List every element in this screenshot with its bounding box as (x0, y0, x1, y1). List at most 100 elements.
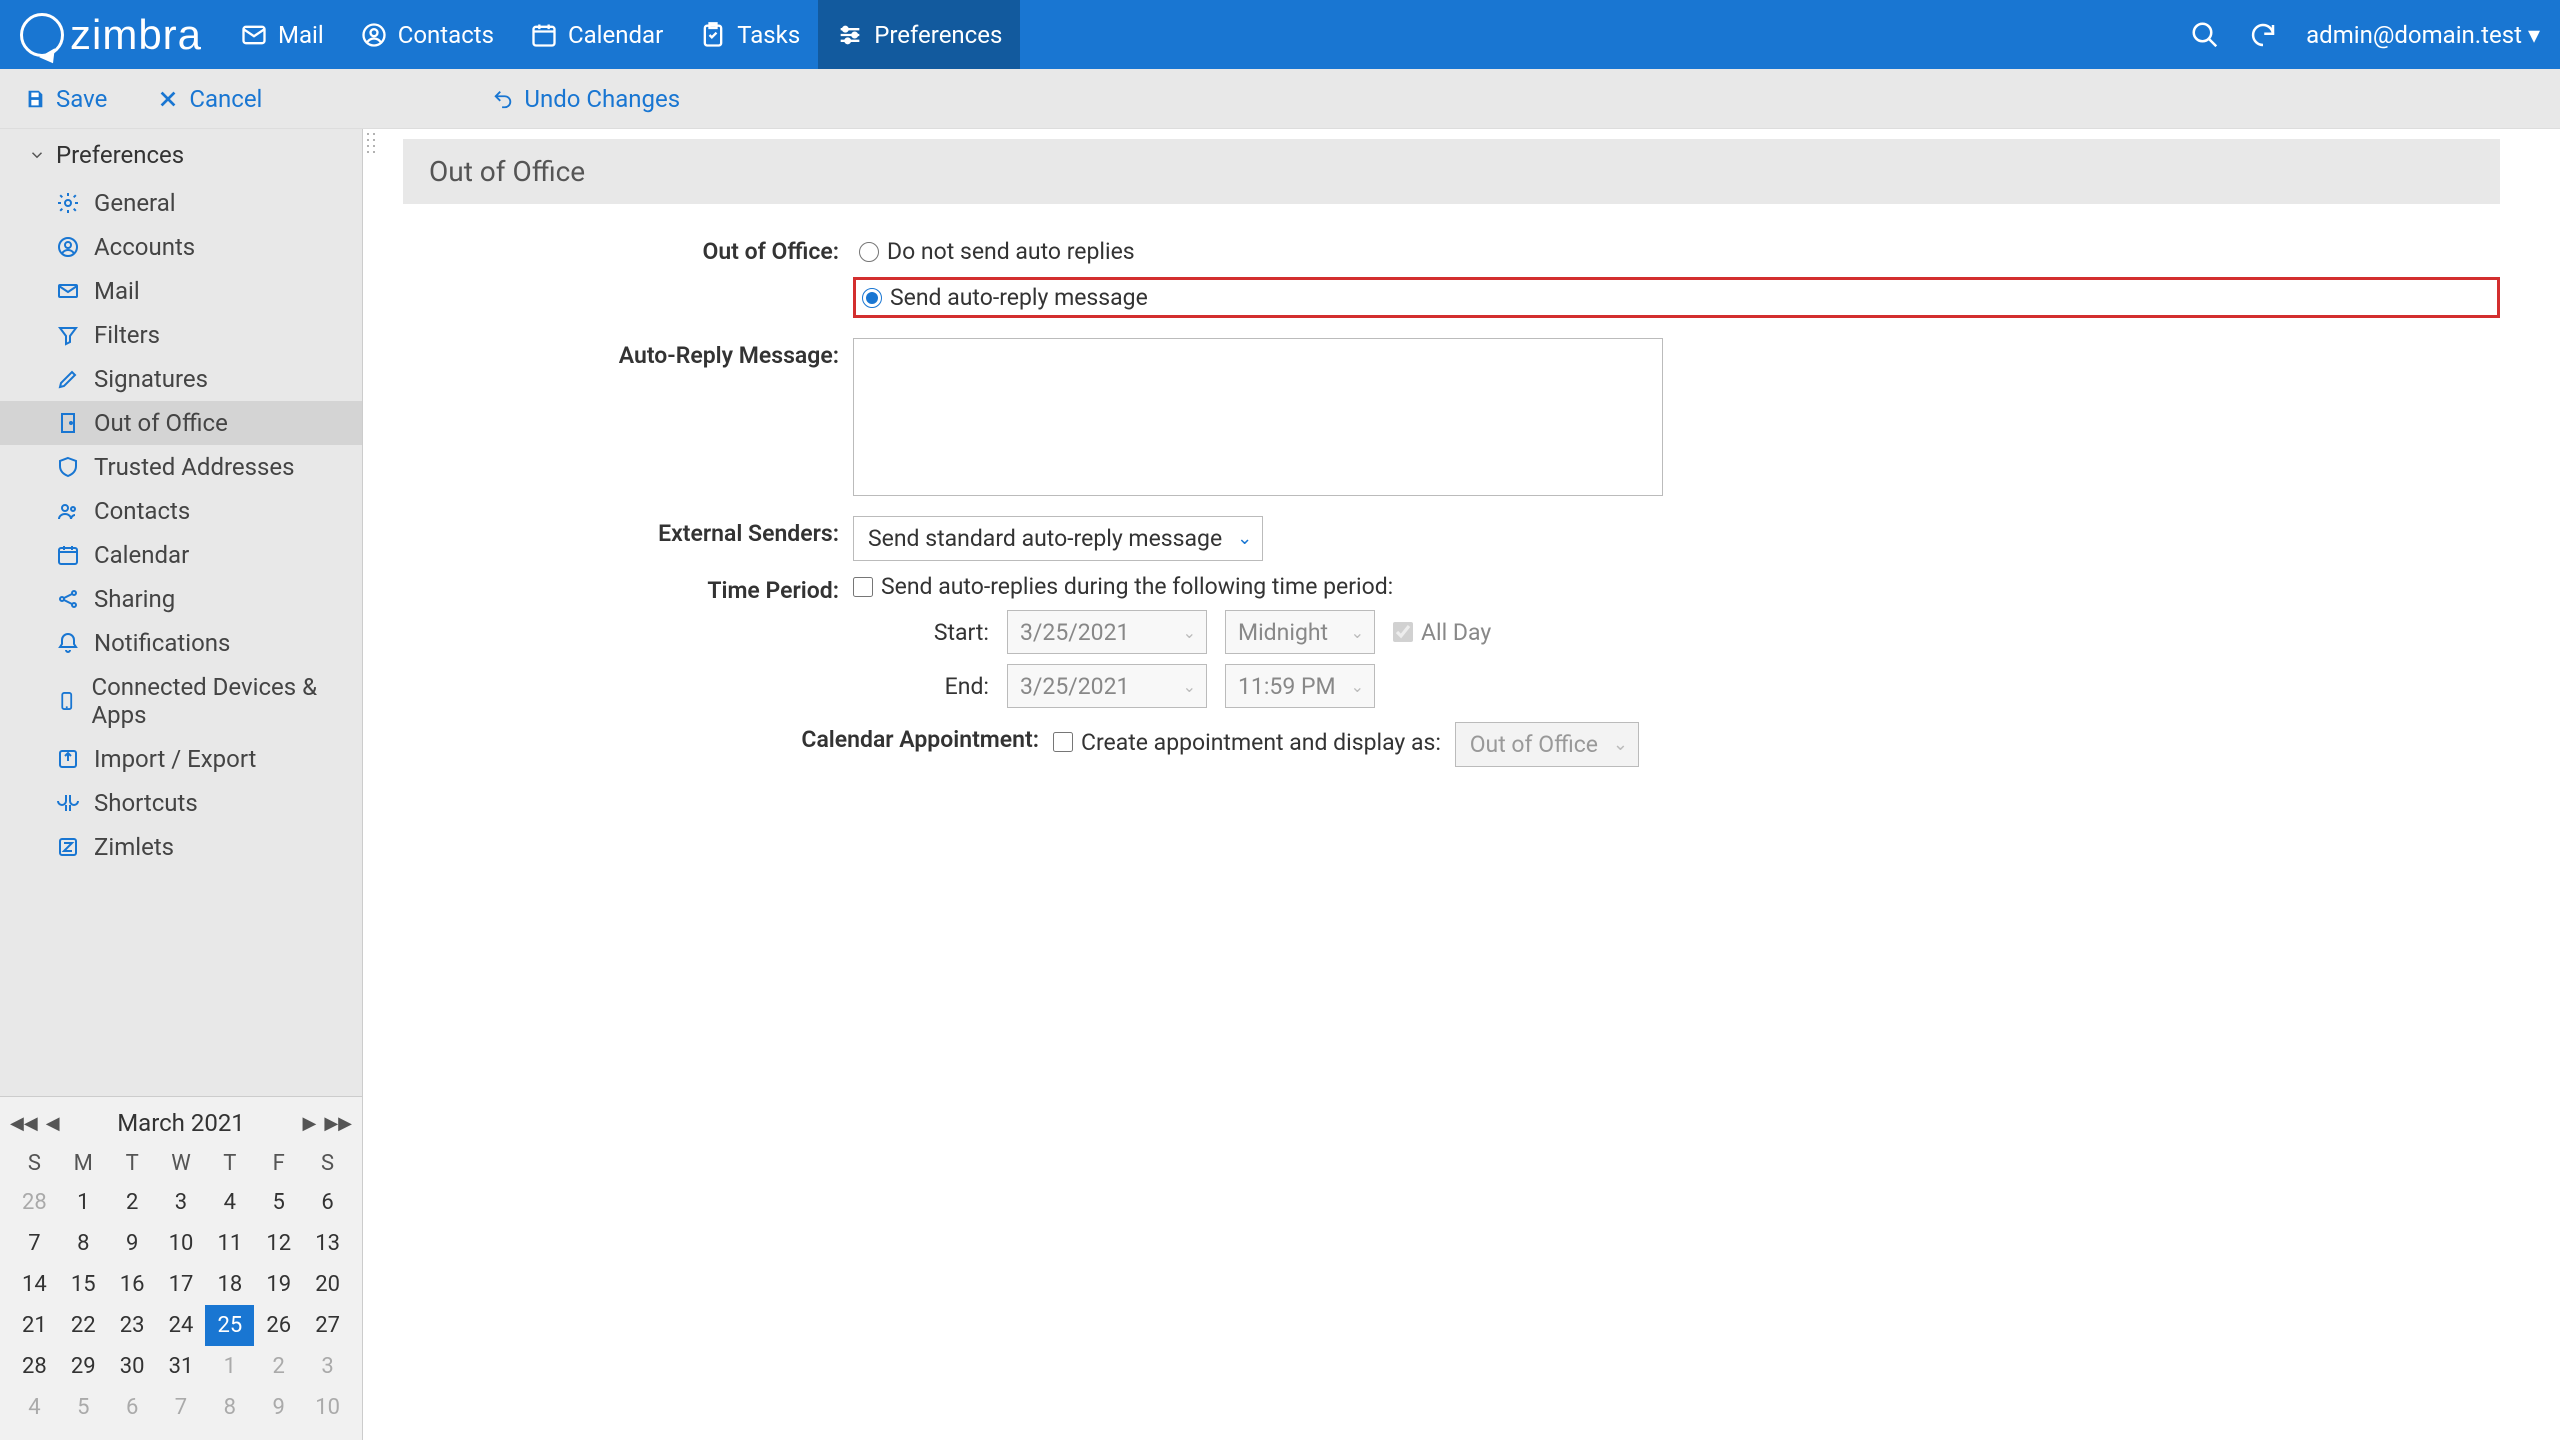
tab-calendar[interactable]: Calendar (512, 0, 681, 69)
sidebar-item-accounts[interactable]: Accounts (0, 225, 362, 269)
cal-day[interactable]: 14 (10, 1264, 59, 1305)
user-menu[interactable]: admin@domain.test ▾ (2306, 21, 2540, 49)
appointment-type-value: Out of Office (1470, 731, 1598, 758)
appointment-type-dropdown[interactable]: Out of Office ⌄ (1455, 722, 1639, 767)
cal-day[interactable]: 1 (205, 1346, 254, 1387)
search-icon[interactable] (2190, 20, 2220, 50)
cal-month-label[interactable]: March 2021 (68, 1109, 295, 1137)
cal-day[interactable]: 10 (157, 1223, 206, 1264)
cal-day[interactable]: 20 (303, 1264, 352, 1305)
cal-next-year[interactable]: ▶▶ (324, 1113, 352, 1134)
all-day-checkbox-row[interactable]: All Day (1393, 619, 1491, 646)
refresh-icon[interactable] (2248, 20, 2278, 50)
cal-day[interactable]: 6 (108, 1387, 157, 1428)
cal-day[interactable]: 25 (205, 1305, 254, 1346)
cal-day[interactable]: 1 (59, 1182, 108, 1223)
cal-header: ◀◀ ◀ March 2021 ▶ ▶▶ (10, 1109, 352, 1137)
cal-day[interactable]: 19 (254, 1264, 303, 1305)
sidebar-item-mail[interactable]: Mail (0, 269, 362, 313)
cal-day[interactable]: 10 (303, 1387, 352, 1428)
cancel-button[interactable]: Cancel (157, 85, 262, 113)
cal-day[interactable]: 6 (303, 1182, 352, 1223)
drag-handle[interactable] (365, 131, 377, 155)
end-date-field[interactable]: 3/25/2021⌄ (1007, 664, 1207, 708)
cal-prev-year[interactable]: ◀◀ (10, 1113, 38, 1134)
sidebar-item-filters[interactable]: Filters (0, 313, 362, 357)
start-time-field[interactable]: Midnight⌄ (1225, 610, 1375, 654)
cal-day[interactable]: 2 (254, 1346, 303, 1387)
save-button[interactable]: Save (24, 85, 107, 113)
cal-day[interactable]: 3 (303, 1346, 352, 1387)
chevron-down-icon: ⌄ (1183, 677, 1196, 696)
tab-mail[interactable]: Mail (222, 0, 342, 69)
cal-day[interactable]: 7 (10, 1223, 59, 1264)
sidebar-item-zimlets[interactable]: Zimlets (0, 825, 362, 869)
cal-day[interactable]: 2 (108, 1182, 157, 1223)
cal-day[interactable]: 12 (254, 1223, 303, 1264)
all-day-checkbox[interactable] (1393, 622, 1413, 642)
cal-day[interactable]: 8 (59, 1223, 108, 1264)
cal-day[interactable]: 30 (108, 1346, 157, 1387)
sidebar-item-general[interactable]: General (0, 181, 362, 225)
auto-reply-textarea[interactable] (853, 338, 1663, 496)
time-period-checkbox-row[interactable]: Send auto-replies during the following t… (853, 573, 2500, 600)
cal-day[interactable]: 9 (254, 1387, 303, 1428)
sidebar-item-contacts[interactable]: Contacts (0, 489, 362, 533)
radio-send-auto-reply[interactable]: Send auto-reply message (853, 277, 2500, 318)
sidebar-item-trusted[interactable]: Trusted Addresses (0, 445, 362, 489)
cal-day[interactable]: 28 (10, 1182, 59, 1223)
cal-day[interactable]: 16 (108, 1264, 157, 1305)
cal-day[interactable]: 4 (10, 1387, 59, 1428)
cal-day[interactable]: 22 (59, 1305, 108, 1346)
create-appointment-row[interactable]: Create appointment and display as: (1053, 729, 1441, 756)
end-time-field[interactable]: 11:59 PM⌄ (1225, 664, 1375, 708)
cal-day[interactable]: 24 (157, 1305, 206, 1346)
cal-day[interactable]: 26 (254, 1305, 303, 1346)
start-date-field[interactable]: 3/25/2021⌄ (1007, 610, 1207, 654)
main-area: Preferences General Accounts Mail Filter… (0, 129, 2560, 1440)
undo-button[interactable]: Undo Changes (492, 85, 680, 113)
cal-day[interactable]: 29 (59, 1346, 108, 1387)
sidebar-item-shortcuts[interactable]: Shortcuts (0, 781, 362, 825)
radio-send-auto-reply-input[interactable] (862, 288, 882, 308)
sidebar-item-notifications[interactable]: Notifications (0, 621, 362, 665)
cal-next-month[interactable]: ▶ (302, 1113, 316, 1134)
sidebar-header[interactable]: Preferences (0, 129, 362, 181)
cal-day[interactable]: 21 (10, 1305, 59, 1346)
time-period-checkbox[interactable] (853, 577, 873, 597)
radio-do-not-send-input[interactable] (859, 242, 879, 262)
radio-do-not-send[interactable]: Do not send auto replies (853, 234, 2500, 269)
cal-day[interactable]: 11 (205, 1223, 254, 1264)
cal-day[interactable]: 8 (205, 1387, 254, 1428)
cal-day[interactable]: 18 (205, 1264, 254, 1305)
cal-day[interactable]: 27 (303, 1305, 352, 1346)
cal-day[interactable]: 4 (205, 1182, 254, 1223)
tab-preferences[interactable]: Preferences (818, 0, 1020, 69)
cal-day[interactable]: 5 (59, 1387, 108, 1428)
external-senders-dropdown[interactable]: Send standard auto-reply message ⌄ (853, 516, 1263, 561)
sidebar-item-signatures[interactable]: Signatures (0, 357, 362, 401)
tab-contacts[interactable]: Contacts (342, 0, 512, 69)
sidebar-item-out-of-office[interactable]: Out of Office (0, 401, 362, 445)
sidebar-item-sharing[interactable]: Sharing (0, 577, 362, 621)
cal-day[interactable]: 7 (157, 1387, 206, 1428)
create-appointment-checkbox[interactable] (1053, 732, 1073, 752)
cal-day[interactable]: 23 (108, 1305, 157, 1346)
cal-dow: F (254, 1145, 303, 1182)
cal-day[interactable]: 13 (303, 1223, 352, 1264)
cal-day[interactable]: 17 (157, 1264, 206, 1305)
cal-prev-month[interactable]: ◀ (46, 1113, 60, 1134)
sidebar-item-devices[interactable]: Connected Devices & Apps (0, 665, 362, 737)
tab-tasks[interactable]: Tasks (681, 0, 818, 69)
cal-day[interactable]: 9 (108, 1223, 157, 1264)
cal-day[interactable]: 31 (157, 1346, 206, 1387)
cal-day[interactable]: 28 (10, 1346, 59, 1387)
label-start: Start: (933, 619, 989, 646)
preferences-icon (836, 21, 864, 49)
cal-day[interactable]: 5 (254, 1182, 303, 1223)
cal-day[interactable]: 15 (59, 1264, 108, 1305)
cal-day[interactable]: 3 (157, 1182, 206, 1223)
sidebar-item-calendar[interactable]: Calendar (0, 533, 362, 577)
start-date-value: 3/25/2021 (1020, 619, 1129, 646)
sidebar-item-import[interactable]: Import / Export (0, 737, 362, 781)
